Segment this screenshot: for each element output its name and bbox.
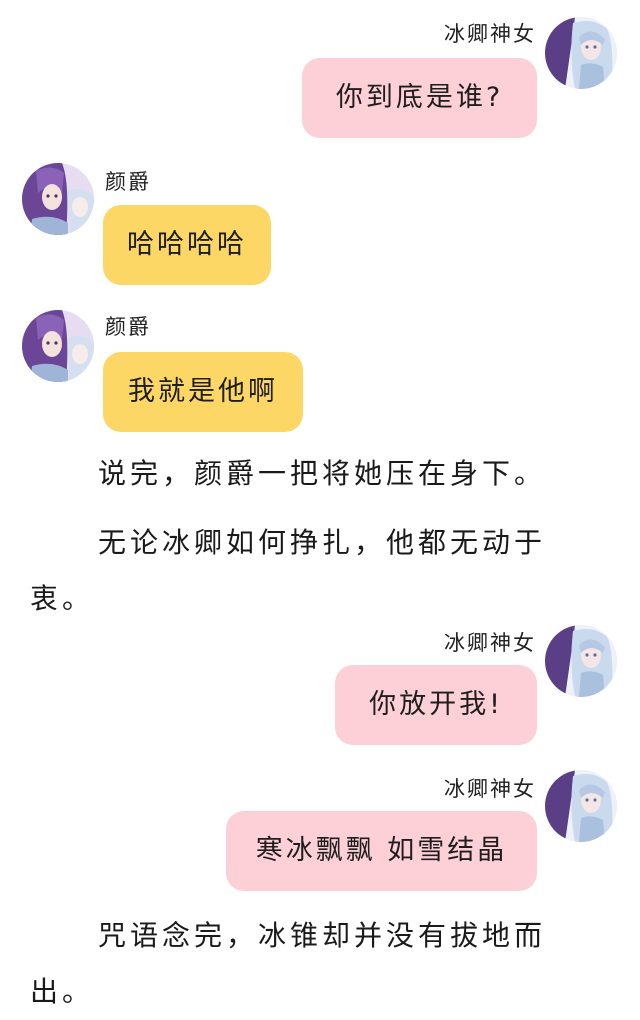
sender-name: 颜爵	[105, 170, 151, 194]
chat-message-left: 颜爵 哈哈哈哈	[0, 150, 640, 295]
message-bubble: 你到底是谁?	[302, 58, 537, 138]
chat-message-right: 冰卿神女 你放开我!	[0, 610, 640, 755]
message-bubble: 你放开我!	[335, 665, 537, 745]
male-avatar-icon[interactable]	[22, 163, 94, 235]
female-avatar-icon[interactable]	[545, 17, 617, 89]
message-bubble: 我就是他啊	[103, 352, 303, 432]
chat-message-right: 冰卿神女 你到底是谁?	[0, 0, 640, 150]
female-avatar-icon[interactable]	[545, 625, 617, 697]
narration-text: 说完，颜爵一把将她压在身下。	[98, 457, 547, 490]
chat-message-right: 冰卿神女 寒冰飘飘 如雪结晶	[0, 755, 640, 900]
chat-message-left: 颜爵 我就是他啊	[0, 295, 640, 440]
sender-name: 冰卿神女	[444, 22, 536, 46]
sender-name: 冰卿神女	[444, 777, 536, 801]
message-bubble: 寒冰飘飘 如雪结晶	[226, 811, 537, 891]
male-avatar-icon[interactable]	[22, 310, 94, 382]
female-avatar-icon[interactable]	[545, 770, 617, 842]
sender-name: 冰卿神女	[444, 631, 536, 655]
message-bubble: 哈哈哈哈	[103, 205, 271, 285]
sender-name: 颜爵	[105, 315, 151, 339]
narration-text: 咒语念完，冰锥却并没有拔地而出。	[30, 919, 547, 1008]
